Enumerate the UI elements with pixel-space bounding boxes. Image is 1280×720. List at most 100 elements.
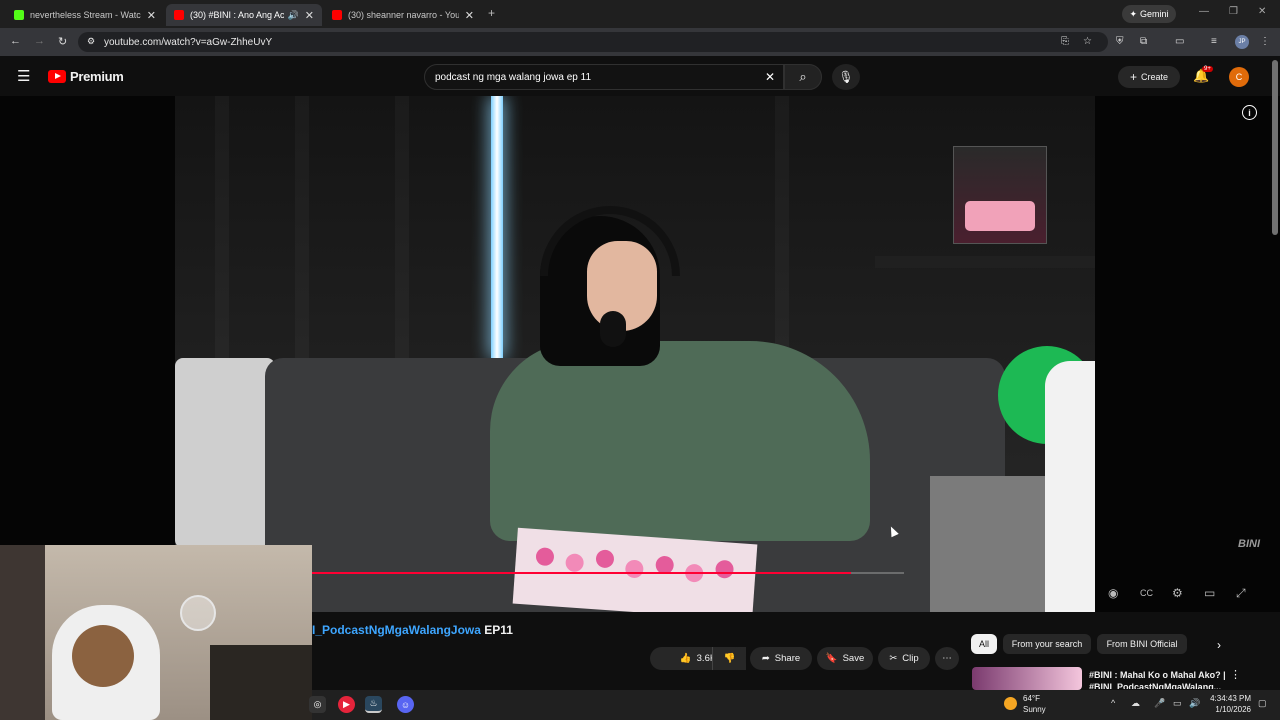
video-title-hashtag[interactable]: I_PodcastNgMgaWalangJowa <box>312 623 481 637</box>
search-query: podcast ng mga walang jowa ep 11 <box>435 71 592 83</box>
minimize-icon[interactable]: — <box>1199 6 1209 17</box>
video-frame <box>175 96 1095 612</box>
curtain-fold <box>215 96 229 396</box>
progress-bar[interactable] <box>312 572 904 574</box>
close-icon[interactable]: ✕ <box>465 9 474 22</box>
video-player[interactable]: i BINI ◉ CC ⚙ ▭ ⤢ <box>0 96 1280 612</box>
create-button[interactable]: + Create <box>1118 66 1180 88</box>
onedrive-icon[interactable]: ☁ <box>1131 698 1140 709</box>
media-control-icon[interactable]: ≡ <box>1211 36 1217 47</box>
share-label: Share <box>774 653 801 664</box>
recommendation-title[interactable]: #BINI : Mahal Ko o Mahal Ako? | #BINI_Po… <box>1089 669 1229 689</box>
jeepney-figure <box>965 201 1035 231</box>
network-icon[interactable]: ▭ <box>1173 698 1182 709</box>
obs-icon[interactable]: ◎ <box>309 696 326 713</box>
tray-chevron-icon[interactable]: ^ <box>1111 698 1115 708</box>
info-icon[interactable]: i <box>1242 105 1257 120</box>
logo-text: Premium <box>70 69 124 84</box>
bookmark-star-icon[interactable]: ☆ <box>1083 36 1092 47</box>
install-icon[interactable]: ⎘ <box>1061 36 1069 47</box>
curtain-fold <box>395 96 409 396</box>
search-button[interactable]: ⌕ <box>784 64 822 90</box>
mic-tray-icon[interactable]: 🎤 <box>1154 698 1165 709</box>
reload-icon[interactable]: ↻ <box>58 35 67 48</box>
page-scrollbar[interactable] <box>1272 60 1278 235</box>
sofa-arm <box>175 358 275 548</box>
url-field[interactable]: ⚙ youtube.com/watch?v=aGw-ZhheUvY <box>78 32 1108 52</box>
shield-extension-icon[interactable]: ⛨ <box>1116 36 1124 47</box>
progress-fill <box>312 572 851 574</box>
gemini-button[interactable]: ✦ Gemini <box>1122 5 1176 23</box>
chevron-right-icon[interactable]: › <box>1217 638 1221 652</box>
discord-icon[interactable]: ☺ <box>397 696 414 713</box>
tab-bini-video[interactable]: (30) #BINI : Ano Ang Accep 🔊 ✕ <box>166 4 322 26</box>
tab-title: (30) #BINI : Ano Ang Accep <box>190 10 284 20</box>
thumbs-up-icon: 👍 <box>679 653 692 664</box>
webcam-desk <box>210 645 312 720</box>
browser-profile-avatar[interactable]: JP <box>1235 35 1249 49</box>
recommendation-thumbnail[interactable] <box>972 667 1082 690</box>
theater-mode-icon[interactable]: ▭ <box>1204 586 1215 600</box>
tab-title: (30) sheanner navarro - YouTub <box>348 10 459 20</box>
youtube-icon <box>174 10 184 20</box>
led-light-bar <box>491 96 503 358</box>
steam-icon[interactable]: ♨ <box>365 696 382 713</box>
browser-tab-bar: nevertheless Stream - Watch Li ✕ (30) #B… <box>0 0 1280 28</box>
bookmark-icon: 🔖 <box>825 653 838 664</box>
curtain-fold <box>295 96 309 396</box>
tab-kick-stream[interactable]: nevertheless Stream - Watch Li ✕ <box>6 4 164 26</box>
video-title: I_PodcastNgMgaWalangJowa EP11 <box>312 623 513 637</box>
youtube-icon <box>332 10 342 20</box>
youtube-header: ☰ Premium podcast ng mga walang jowa ep … <box>0 56 1280 96</box>
site-info-icon[interactable]: ⚙ <box>87 36 95 47</box>
maximize-icon[interactable]: ❐ <box>1229 6 1238 17</box>
gemini-label: Gemini <box>1140 9 1169 19</box>
plus-icon: + <box>1129 70 1137 84</box>
media-player-icon[interactable]: ▶ <box>338 696 355 713</box>
webcam-door <box>0 545 45 720</box>
share-button[interactable]: ➦ Share <box>750 647 812 670</box>
youtube-logo[interactable]: Premium <box>48 69 124 84</box>
guest-arm <box>1045 361 1095 612</box>
recommendation-menu-icon[interactable]: ⋮ <box>1230 668 1241 681</box>
new-tab-button[interactable]: + <box>488 6 495 20</box>
clear-search-icon[interactable]: ✕ <box>765 70 775 84</box>
search-icon: ⌕ <box>799 69 807 84</box>
weather-widget[interactable]: 64°F Sunny <box>1004 693 1046 715</box>
clock-date: 1/10/2026 <box>1215 705 1251 714</box>
account-avatar[interactable]: C <box>1229 67 1249 87</box>
chip-from-search[interactable]: From your search <box>1003 634 1091 654</box>
hamburger-menu-icon[interactable]: ☰ <box>17 67 30 85</box>
speaker-icon[interactable]: 🔊 <box>288 10 299 21</box>
notification-count-badge: 9+ <box>1202 66 1213 72</box>
volume-icon[interactable]: 🔊 <box>1189 698 1200 709</box>
chip-all[interactable]: All <box>971 634 997 654</box>
notification-center-icon[interactable]: ▢ <box>1258 698 1267 709</box>
clip-button[interactable]: ✂ Clip <box>878 647 930 670</box>
thumbs-down-icon: 👎 <box>723 653 736 664</box>
bini-watermark: BINI <box>1238 538 1260 550</box>
dislike-button[interactable]: 👎 <box>712 647 746 670</box>
more-actions-button[interactable]: ⋯ <box>935 647 959 670</box>
taskbar-clock[interactable]: 4:34:43 PM 1/10/2026 <box>1205 693 1251 715</box>
autoplay-toggle-icon[interactable]: ◉ <box>1108 586 1118 600</box>
back-icon[interactable]: ← <box>10 35 21 47</box>
forward-icon[interactable]: → <box>34 35 45 47</box>
captions-icon[interactable]: CC <box>1140 588 1153 598</box>
search-input[interactable]: podcast ng mga walang jowa ep 11 ✕ <box>424 64 784 90</box>
close-icon[interactable]: ✕ <box>305 9 314 22</box>
cast-icon[interactable]: ▭ <box>1175 36 1184 47</box>
clock-time: 4:34:43 PM <box>1210 694 1251 703</box>
settings-gear-icon[interactable]: ⚙ <box>1172 586 1183 600</box>
window-close-icon[interactable]: ✕ <box>1258 6 1266 17</box>
headphones <box>540 206 680 276</box>
chip-from-bini[interactable]: From BINI Official <box>1097 634 1187 654</box>
extensions-icon[interactable]: ⧉ <box>1140 36 1147 47</box>
shelf <box>875 256 1095 268</box>
close-icon[interactable]: ✕ <box>147 9 156 22</box>
voice-search-button[interactable]: 🎙 <box>832 64 860 90</box>
save-button[interactable]: 🔖 Save <box>817 647 873 670</box>
tab-sheanner[interactable]: (30) sheanner navarro - YouTub ✕ <box>324 4 482 26</box>
fullscreen-icon[interactable]: ⤢ <box>1236 586 1246 601</box>
menu-dots-icon[interactable]: ⋮ <box>1260 36 1270 47</box>
